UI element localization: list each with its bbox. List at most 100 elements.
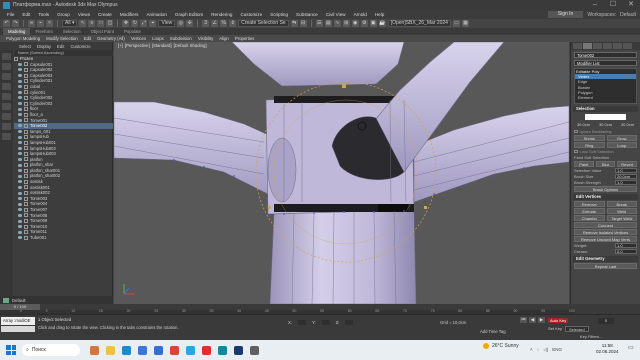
render-setup-icon[interactable]: ⚙ (360, 20, 368, 27)
file-explorer-icon[interactable] (106, 345, 115, 355)
set-key-button[interactable]: Set Key (548, 326, 562, 331)
volume-icon[interactable]: ◁) (543, 347, 548, 353)
snaps-toggle-icon[interactable]: 3 (202, 20, 210, 27)
ribbon-polygon-modeling[interactable]: Polygon Modeling (3, 36, 43, 41)
weld-button[interactable]: Weld (606, 208, 637, 214)
current-frame-field[interactable]: 0 (598, 318, 614, 324)
edge-icon[interactable] (122, 345, 131, 355)
menu-arnold[interactable]: Arnold (350, 12, 371, 17)
hierarchy-tab-icon[interactable] (593, 43, 602, 49)
visibility-eye-icon[interactable] (18, 230, 22, 234)
telegram-icon[interactable] (186, 345, 195, 355)
visibility-eye-icon[interactable] (18, 197, 22, 201)
utilities-tab-icon[interactable] (623, 43, 632, 49)
folder-icon[interactable]: ▭ (452, 20, 460, 27)
angle-snap-icon[interactable]: ∠ (211, 20, 219, 27)
brush-strength-spinner[interactable]: Brush Strength 1.0 (574, 180, 637, 185)
current-layer[interactable]: Default (12, 298, 26, 303)
key-selection-dropdown[interactable]: Selected (565, 326, 589, 332)
gizmo-handle-right[interactable] (424, 206, 427, 209)
named-selection-set-dropdown[interactable]: Create Selection Se (238, 20, 289, 27)
selection-value-spinner[interactable]: Selection Value 1.0 (574, 168, 637, 173)
top-canopy-mesh[interactable] (231, 42, 405, 87)
select-object-icon[interactable]: ↖ (79, 20, 87, 27)
visibility-eye-icon[interactable] (18, 185, 22, 189)
connect-button[interactable]: Connect (574, 222, 637, 228)
3dsmax-taskbar-icon[interactable] (218, 345, 227, 355)
visibility-eye-icon[interactable] (18, 146, 22, 150)
ribbon-loops[interactable]: Loops (149, 36, 167, 41)
visibility-eye-icon[interactable] (18, 107, 22, 111)
viewport-label[interactable]: [+] [Perspective] [Standard] [Default Shadi… (118, 43, 209, 48)
left-arm-mesh[interactable] (114, 101, 287, 203)
align-icon[interactable]: ⊟ (299, 20, 307, 27)
reference-coordinate-dropdown[interactable]: View (158, 20, 176, 27)
visibility-eye-icon[interactable] (18, 174, 22, 178)
menu-help[interactable]: Help (371, 12, 388, 17)
explorer-tab-customize[interactable]: Customize (67, 44, 93, 49)
redo-icon[interactable]: ↷ (12, 20, 19, 27)
spinner-snap-icon[interactable]: ⇕ (229, 20, 237, 27)
pivot-icon[interactable]: ◎ (177, 20, 185, 27)
menu-customize[interactable]: Customize (236, 12, 266, 17)
rendered-frame-icon[interactable]: ▣ (369, 20, 377, 27)
x-coordinate-field[interactable] (297, 320, 306, 325)
maxscript-listener-input[interactable]: Array :modiOE (1, 317, 35, 325)
brush-size-spinner[interactable]: Brush Size 20.0cm (574, 174, 637, 179)
windows-start-icon[interactable] (6, 345, 16, 355)
play-icon[interactable]: ▶ (538, 317, 545, 323)
material-editor-icon[interactable]: ◉ (351, 20, 359, 27)
visibility-eye-icon[interactable] (18, 208, 22, 212)
project-icon[interactable]: ▦ (461, 20, 469, 27)
visibility-eye-icon[interactable] (18, 163, 22, 167)
schematic-view-icon[interactable]: ⊞ (342, 20, 350, 27)
viewport-menu[interactable]: [+] (118, 43, 123, 48)
visibility-eye-icon[interactable] (18, 180, 22, 184)
visibility-eye-icon[interactable] (18, 130, 22, 134)
chamfer-button[interactable]: Chamfer (574, 215, 605, 221)
menu-file[interactable]: File (3, 12, 18, 17)
render-icon[interactable]: ☕ (378, 20, 386, 27)
taskbar-search-box[interactable]: ⌕ Поиск (22, 344, 80, 356)
tab-selection[interactable]: Selection (58, 28, 86, 35)
tab-object-paint[interactable]: Object Paint (86, 28, 119, 35)
tab-populate[interactable]: Populate (119, 28, 146, 35)
paint-button[interactable]: Paint (574, 161, 594, 167)
menu-group[interactable]: Group (53, 12, 74, 17)
weight-spinner[interactable]: Weight: 1.0 (574, 243, 637, 248)
ribbon-subdivision[interactable]: Subdivision (167, 36, 195, 41)
undo-icon[interactable]: ↶ (3, 20, 10, 27)
lock-soft-selection-checkbox[interactable]: Lock Soft Selection (574, 149, 637, 154)
scale-icon[interactable]: ⤢ (140, 20, 148, 27)
ribbon-vertices[interactable]: Vertices (128, 36, 149, 41)
version-dropdown[interactable]: [Open]SBX_26_Mar 2024 (387, 20, 451, 27)
filter-bones-icon[interactable] (2, 133, 11, 140)
blur-button[interactable]: Blur (595, 161, 616, 167)
rectangular-selection-icon[interactable]: □ (97, 20, 105, 27)
left-tube-end[interactable] (267, 137, 297, 203)
filter-shapes-icon[interactable] (2, 63, 11, 70)
visibility-eye-icon[interactable] (18, 74, 22, 78)
viewport-standard-label[interactable]: [Standard] (152, 43, 172, 48)
go-to-start-icon[interactable]: ⏮ (520, 317, 527, 323)
visibility-eye-icon[interactable] (18, 90, 22, 94)
selection-color-swatch[interactable] (585, 114, 626, 120)
visibility-eye-icon[interactable] (18, 219, 22, 223)
extrude-button[interactable]: Extrude (574, 208, 605, 214)
revert-button[interactable]: Revert (617, 161, 638, 167)
filter-xrefs-icon[interactable] (2, 123, 11, 130)
sign-in-button[interactable]: Sign In (547, 11, 584, 18)
ribbon-edit[interactable]: Edit (81, 36, 94, 41)
remove-button[interactable]: Remove (574, 201, 605, 207)
visibility-eye-icon[interactable] (18, 135, 22, 139)
filter-groups-icon[interactable] (2, 113, 11, 120)
menu-create[interactable]: Create (94, 12, 116, 17)
motion-tab-icon[interactable] (603, 43, 612, 49)
explorer-tab-edit[interactable]: Edit (54, 44, 67, 49)
perspective-viewport[interactable]: [+] [Perspective] [Standard] [Default Shadi… (114, 42, 569, 304)
select-manipulate-icon[interactable]: ✣ (186, 20, 194, 27)
gizmo-handle-top[interactable] (342, 84, 346, 88)
app-icon[interactable] (250, 345, 259, 355)
weather-widget[interactable]: 26°C Sunny (483, 343, 519, 349)
window-crossing-icon[interactable]: ◫ (106, 20, 114, 27)
